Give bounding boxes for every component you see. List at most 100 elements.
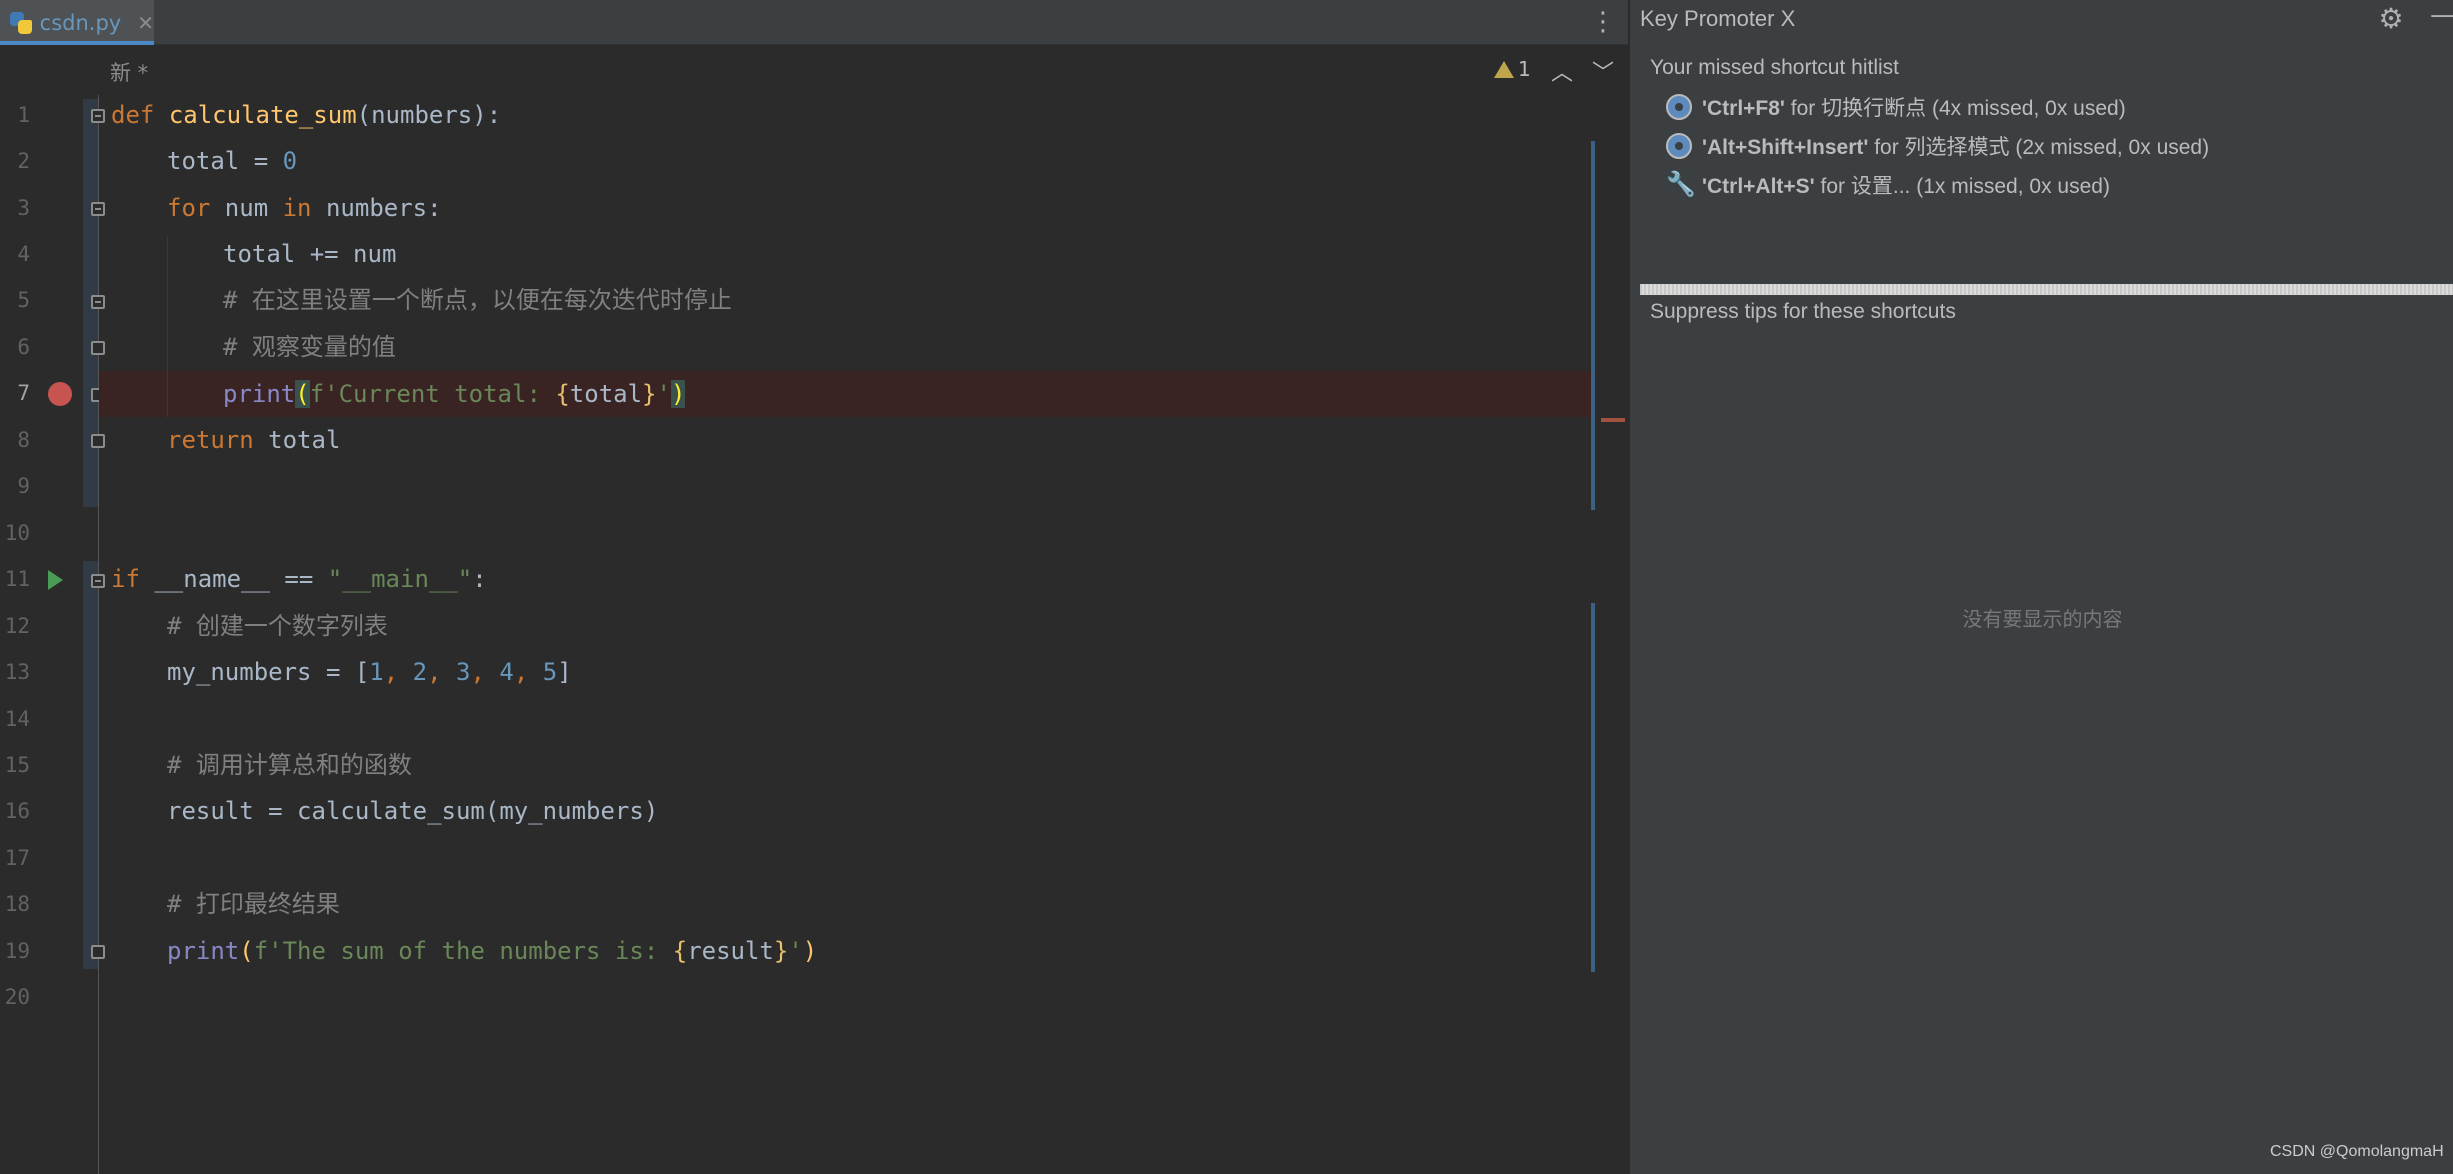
- string-literal: f'The sum of the numbers is:: [253, 937, 673, 965]
- fold-end-icon[interactable]: [91, 434, 105, 448]
- hit-text: 'Ctrl+Alt+S' for 设置... (1x missed, 0x us…: [1702, 175, 2110, 198]
- code-text: num: [210, 194, 283, 222]
- punctuation: ,: [427, 658, 457, 686]
- line-number: 15: [4, 753, 30, 777]
- breakpoint-icon[interactable]: [48, 382, 72, 406]
- line-number: 8: [17, 428, 30, 452]
- number-literal: 3: [456, 658, 471, 686]
- previous-highlight-icon[interactable]: ︿: [1547, 55, 1577, 87]
- warning-icon: [1494, 60, 1514, 78]
- keyword: for: [167, 194, 211, 222]
- comment: # 观察变量的值: [223, 333, 396, 361]
- line-number: 2: [17, 149, 30, 173]
- fold-region-bar: [83, 561, 98, 969]
- next-highlight-icon[interactable]: ﹀: [1588, 55, 1618, 87]
- python-file-icon: [8, 10, 34, 36]
- active-tab-indicator: [0, 41, 154, 45]
- code-line-3: for num in numbers:: [167, 185, 442, 231]
- more-options-icon[interactable]: ⋮: [1590, 6, 1616, 38]
- code-text: total: [569, 380, 643, 408]
- run-icon[interactable]: [48, 570, 63, 590]
- line-number: 12: [4, 614, 30, 638]
- matched-paren: ): [670, 380, 686, 408]
- code-line-2: total = 0: [167, 138, 297, 184]
- number-literal: 4: [499, 658, 514, 686]
- code-line-8: return total: [167, 417, 340, 463]
- line-number: 6: [17, 335, 30, 359]
- paren: ): [802, 937, 818, 965]
- hit-text: 'Ctrl+F8' for 切换行断点 (4x missed, 0x used): [1702, 97, 2126, 120]
- code-text: ]: [557, 658, 572, 686]
- line-number: 5: [17, 288, 30, 312]
- code-text: result: [687, 937, 774, 965]
- fold-toggle-icon[interactable]: [91, 202, 105, 216]
- fstring-brace: {: [672, 937, 688, 965]
- fold-end-icon[interactable]: [91, 945, 105, 959]
- number-literal: 2: [412, 658, 428, 686]
- hitlist-item[interactable]: 'Ctrl+F8' for 切换行断点 (4x missed, 0x used): [1666, 92, 2126, 122]
- line-number: 10: [4, 521, 30, 545]
- function-name: calculate_sum: [168, 101, 357, 129]
- watermark: CSDN @QomolangmaH: [2270, 1143, 2444, 1160]
- error-stripe-mark[interactable]: [1601, 418, 1625, 422]
- fold-toggle-icon[interactable]: [91, 295, 105, 309]
- indent-guide: [167, 236, 168, 417]
- builtin-name: print: [167, 937, 240, 965]
- code-text: total += num: [223, 240, 397, 268]
- matched-paren: (: [295, 380, 310, 408]
- code-line-12: # 创建一个数字列表: [167, 603, 388, 649]
- fstring-brace: {: [555, 380, 570, 408]
- line-number: 14: [4, 707, 30, 731]
- line-number: 11: [4, 567, 30, 591]
- keyword: if: [111, 565, 140, 593]
- fold-end-icon[interactable]: [91, 341, 105, 355]
- fstring-brace: }: [642, 380, 657, 408]
- code-line-4: total += num: [223, 231, 396, 277]
- code-line-7: print(f'Current total: {total}'): [223, 371, 686, 417]
- code-line-5: # 在这里设置一个断点，以便在每次迭代时停止: [223, 277, 732, 323]
- punctuation: ,: [383, 658, 413, 686]
- code-text: total =: [167, 147, 283, 175]
- minimize-icon[interactable]: —: [2430, 0, 2453, 30]
- code-editor[interactable]: csdn.py ✕ ⋮ 新 * 1 ︿ ﹀ 1 2 3 4 5 6 7 8 9 …: [0, 0, 1628, 1174]
- code-line-6: # 观察变量的值: [223, 324, 396, 370]
- builtin-name: print: [223, 380, 296, 408]
- inspection-widget[interactable]: 1: [1494, 57, 1531, 81]
- hit-text: 'Alt+Shift+Insert' for 列选择模式 (2x missed,…: [1702, 136, 2210, 159]
- hitlist-item[interactable]: 🔧 'Ctrl+Alt+S' for 设置... (1x missed, 0x …: [1666, 170, 2110, 200]
- code-text: (numbers):: [356, 101, 502, 129]
- code-text: :: [472, 565, 487, 593]
- tab-label: csdn.py: [39, 10, 122, 35]
- punctuation: ,: [470, 658, 500, 686]
- tab-csdn-py[interactable]: csdn.py ✕: [0, 0, 154, 45]
- number-literal: 1: [369, 658, 384, 686]
- code-text: __name__ ==: [139, 565, 328, 593]
- line-number: 17: [4, 846, 30, 870]
- code-line-11: if __name__ == "__main__":: [111, 556, 487, 602]
- fold-toggle-icon[interactable]: [91, 109, 105, 123]
- close-tab-icon[interactable]: ✕: [137, 11, 154, 35]
- keyword: in: [282, 194, 312, 222]
- hitlist-item[interactable]: 'Alt+Shift+Insert' for 列选择模式 (2x missed,…: [1666, 131, 2209, 161]
- comment: # 调用计算总和的函数: [167, 751, 412, 779]
- gear-icon[interactable]: ⚙: [2376, 4, 2406, 34]
- breadcrumb: 新 *: [110, 61, 149, 85]
- fold-toggle-icon[interactable]: [91, 574, 105, 588]
- keyword: return: [167, 426, 254, 454]
- code-line-18: # 打印最终结果: [167, 881, 340, 927]
- debug-icon: [1666, 133, 1692, 159]
- panel-header: Key Promoter X ⚙ —: [1630, 0, 2453, 40]
- string-literal: "__main__": [327, 565, 473, 593]
- line-number: 3: [17, 196, 30, 220]
- scope-marker: [1591, 603, 1595, 972]
- string-literal: f'Current total:: [309, 380, 556, 408]
- code-line-19: print(f'The sum of the numbers is: {resu…: [167, 928, 817, 974]
- code-line-13: my_numbers = [1, 2, 3, 4, 5]: [167, 649, 572, 695]
- panel-splitter[interactable]: [1640, 284, 2453, 295]
- gutter-divider: [98, 95, 99, 1174]
- line-number: 9: [17, 474, 30, 498]
- paren: (: [239, 937, 254, 965]
- line-number: 16: [4, 799, 30, 823]
- punctuation: ,: [513, 658, 543, 686]
- empty-state-text: 没有要显示的内容: [1962, 609, 2123, 631]
